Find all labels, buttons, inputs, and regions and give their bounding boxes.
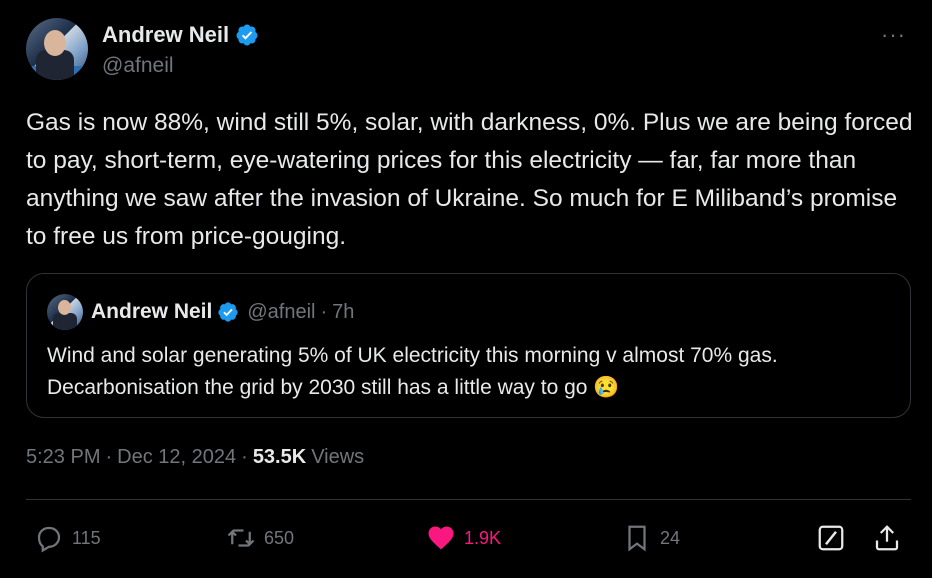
like-button[interactable]: 1.9K	[426, 516, 501, 560]
share-icon	[875, 525, 899, 551]
views-count: 53.5K	[252, 446, 307, 468]
reply-count: 115	[72, 527, 101, 548]
meta-separator: ·	[241, 446, 248, 468]
like-count: 1.9K	[464, 527, 502, 548]
author-handle[interactable]: @afneil	[102, 54, 259, 78]
bookmark-count: 24	[660, 527, 681, 548]
tweet-time[interactable]: 5:23 PM	[26, 446, 100, 469]
grok-button[interactable]	[816, 516, 846, 560]
bookmark-icon	[628, 525, 646, 552]
divider	[26, 499, 911, 500]
grok-icon	[818, 525, 844, 551]
quoted-author-handle: @afneil	[247, 300, 316, 323]
tweet-meta: 5:23 PM · Dec 12, 2024 · 53.5K Views	[26, 446, 364, 469]
bookmark-button[interactable]: 24	[622, 516, 680, 560]
author-avatar[interactable]	[26, 18, 88, 80]
repost-button[interactable]: 650	[226, 516, 294, 560]
heart-icon	[428, 526, 454, 550]
author-name[interactable]: Andrew Neil	[102, 22, 229, 48]
reply-button[interactable]: 115	[34, 516, 101, 560]
quoted-timestamp: 7h	[332, 300, 355, 323]
action-bar: 115 650 1.9K 24	[26, 516, 911, 560]
views-label: Views	[311, 446, 365, 468]
quoted-tweet[interactable]: Andrew Neil @afneil · 7h Wind and solar …	[26, 273, 911, 418]
author-name-row: Andrew Neil	[102, 22, 259, 48]
meta-separator: ·	[105, 446, 113, 468]
quoted-author-name: Andrew Neil	[91, 300, 213, 323]
author-info: Andrew Neil @afneil	[102, 22, 259, 78]
tweet-date[interactable]: Dec 12, 2024	[117, 446, 236, 469]
quoted-separator: ·	[320, 300, 328, 323]
quoted-tweet-header: Andrew Neil @afneil · 7h	[47, 294, 354, 330]
tweet-text: Gas is now 88%, wind still 5%, solar, wi…	[26, 109, 913, 250]
quoted-tweet-text: Wind and solar generating 5% of UK elect…	[47, 344, 778, 399]
more-options-icon[interactable]: ···	[881, 22, 906, 48]
repost-count: 650	[264, 527, 295, 548]
reply-icon	[37, 526, 61, 553]
quoted-verified-badge-icon	[218, 302, 238, 322]
quoted-author-avatar	[47, 294, 83, 330]
tweet-header: Andrew Neil @afneil	[26, 18, 259, 80]
repost-icon	[227, 529, 255, 547]
verified-badge-icon	[236, 24, 258, 46]
share-button[interactable]	[872, 516, 902, 560]
